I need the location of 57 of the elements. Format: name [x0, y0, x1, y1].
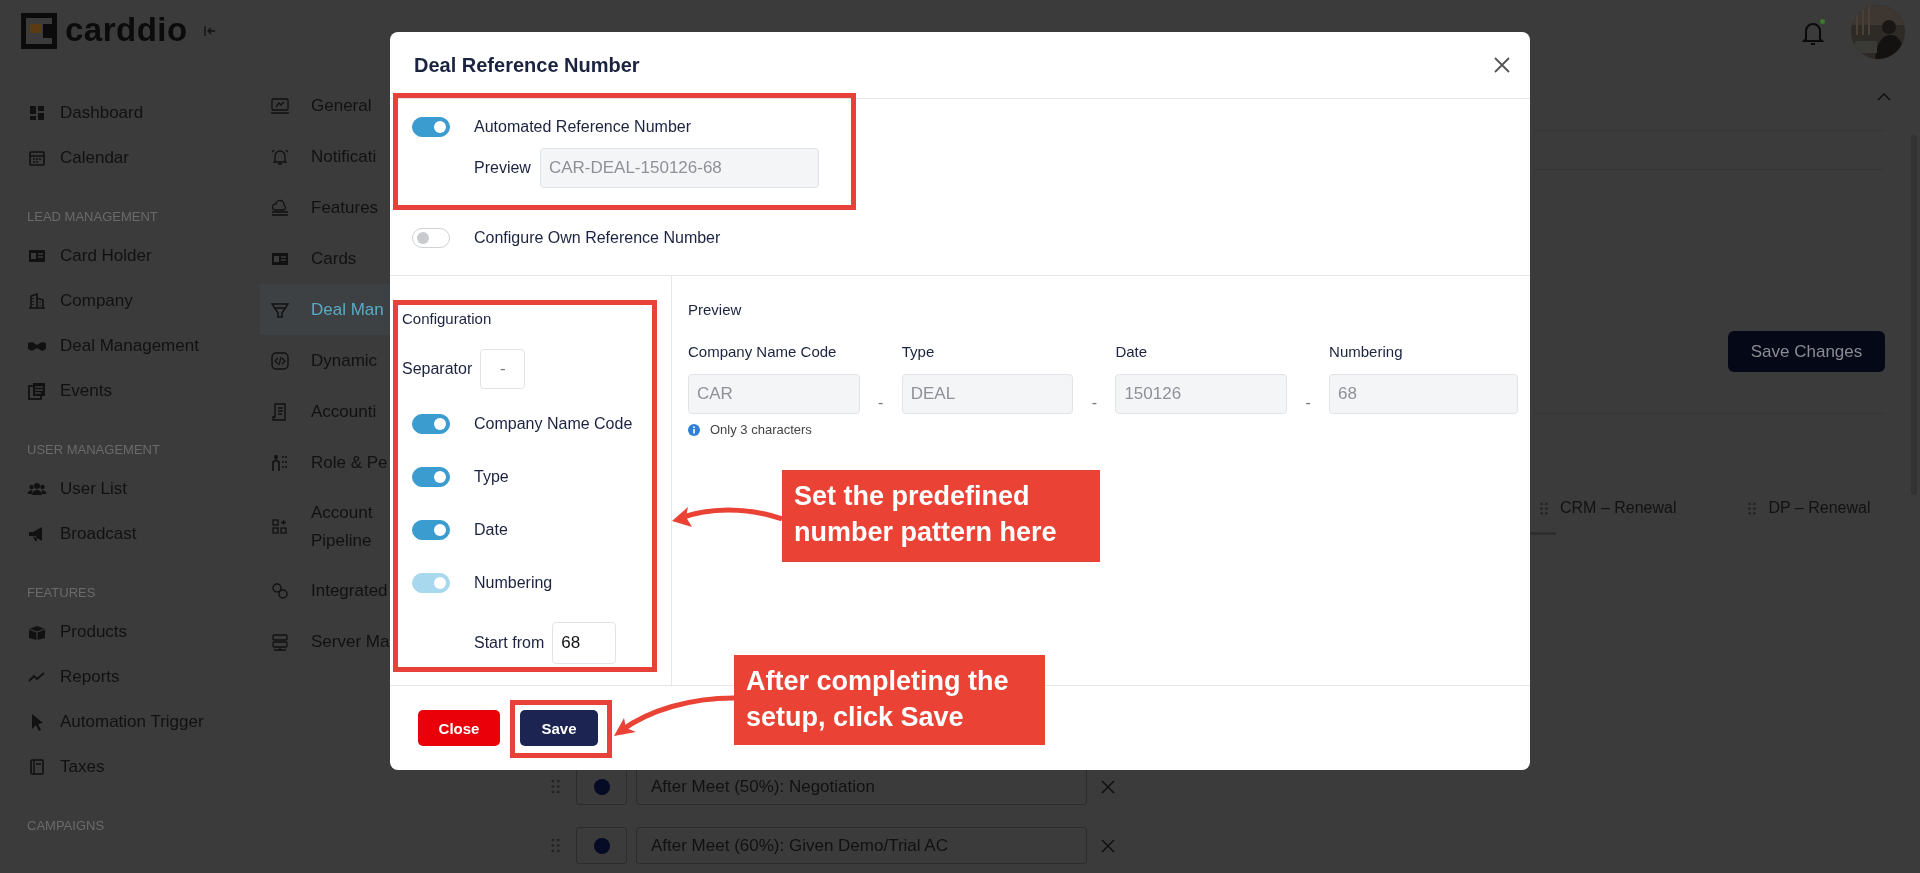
document-stack-icon — [27, 380, 47, 401]
server-icon — [270, 631, 290, 652]
drag-handle-icon[interactable] — [551, 779, 560, 794]
option-label: Configure Own Reference Number — [474, 229, 721, 247]
info-icon — [688, 423, 700, 436]
field-label: Date — [1115, 343, 1149, 361]
code-field[interactable]: CAR — [688, 374, 860, 414]
start-from-field[interactable]: 68 — [552, 622, 617, 664]
preview-field[interactable]: CAR-DEAL-150126-68 — [539, 148, 819, 188]
bell-icon[interactable] — [1801, 19, 1825, 47]
code-field[interactable]: 150126 — [1115, 374, 1288, 414]
settings-nav-item[interactable]: Deal Man — [260, 284, 390, 335]
part-label: Company Name Code — [474, 414, 633, 433]
toggle-switch[interactable] — [412, 519, 450, 540]
part-label: Date — [474, 520, 508, 539]
monitor-icon — [270, 95, 290, 116]
close-button[interactable]: Close — [418, 710, 500, 746]
callout: After completing the setup, click Save — [734, 655, 1045, 745]
save-button[interactable]: Save — [520, 710, 598, 746]
part-label: Numbering — [474, 573, 553, 592]
collapse-icon[interactable] — [203, 25, 216, 37]
callout: Set the predefined number pattern here — [782, 470, 1100, 562]
tiles-icon — [270, 516, 290, 537]
separator-field[interactable]: - — [480, 349, 526, 389]
logo-icon — [21, 13, 57, 49]
drag-handle-icon[interactable] — [1748, 501, 1757, 515]
separator-mark: - — [877, 393, 885, 413]
cloud-icon — [270, 197, 290, 218]
toggle-switch[interactable] — [412, 466, 450, 487]
field-label: Company Name Code — [688, 343, 838, 361]
save-changes-button[interactable]: Save Changes — [1728, 331, 1885, 372]
code-icon — [270, 350, 290, 371]
book-icon — [27, 756, 47, 777]
preview-label: Preview — [474, 159, 531, 177]
toggle-switch[interactable] — [412, 117, 450, 137]
drag-handle-icon[interactable] — [1540, 501, 1548, 515]
option-label: Automated Reference Number — [474, 118, 691, 136]
separator-label: Separator — [402, 360, 473, 378]
separator-mark: - — [1090, 393, 1099, 413]
part-label: Type — [474, 467, 509, 486]
color-picker[interactable] — [576, 827, 627, 864]
close-icon[interactable] — [1494, 57, 1510, 73]
separator-mark: - — [1304, 393, 1312, 413]
drag-handle-icon[interactable] — [551, 838, 560, 853]
field-label: Type — [901, 343, 936, 361]
section-title: Configuration — [402, 309, 493, 329]
dialog-title: Deal Reference Number — [414, 53, 640, 77]
field-label: Numbering — [1329, 343, 1404, 361]
code-field[interactable]: DEAL — [901, 374, 1074, 414]
chevron-up-icon[interactable] — [1877, 93, 1891, 101]
section-title: Preview — [688, 300, 743, 320]
code-field[interactable]: 68 — [1329, 374, 1518, 414]
toggle-switch[interactable] — [412, 228, 450, 248]
hint-text: Only 3 characters — [710, 422, 812, 437]
building-icon — [27, 290, 47, 311]
toggle-switch[interactable] — [412, 413, 450, 434]
start-from-label: Start from — [474, 634, 545, 652]
